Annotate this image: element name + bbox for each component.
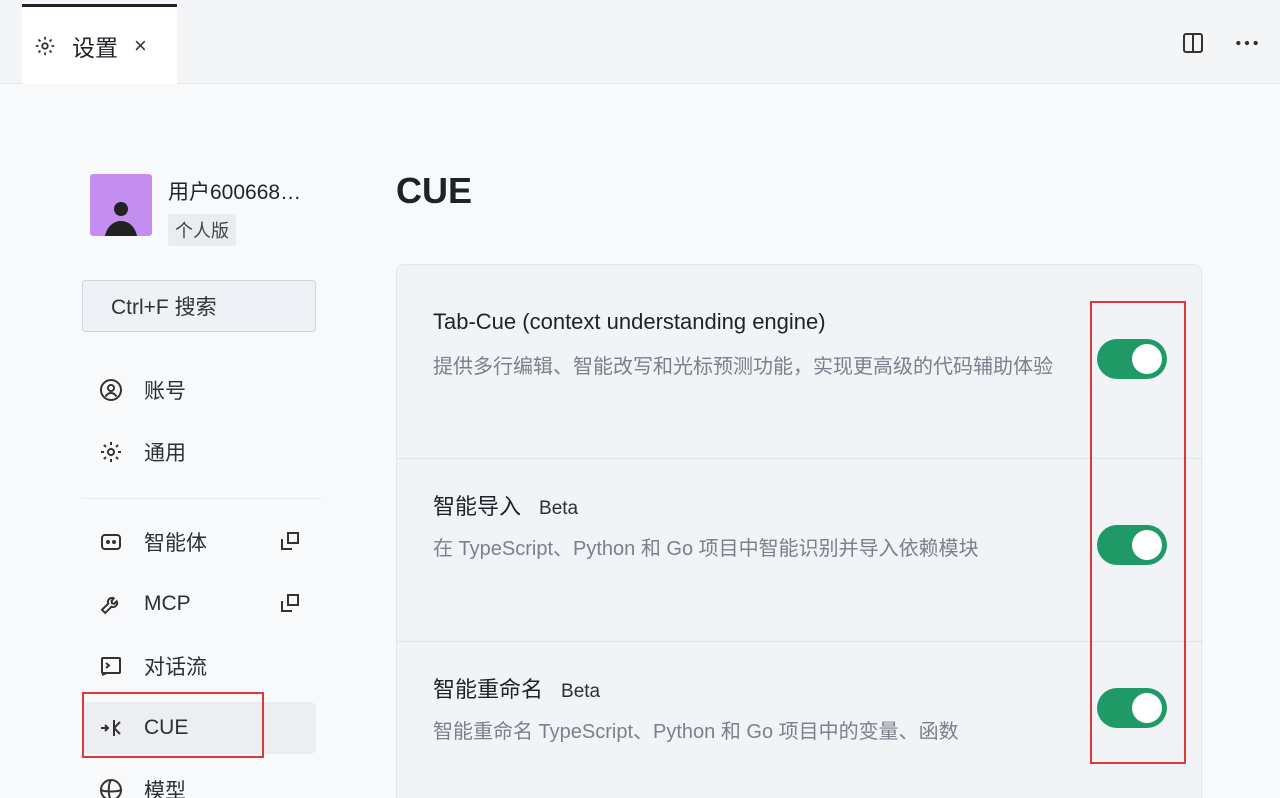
- sidebar-item-agent[interactable]: 智能体: [82, 516, 316, 568]
- setting-title: Tab-Cue (context understanding engine): [433, 309, 826, 335]
- setting-title: 智能导入 Beta: [433, 489, 578, 521]
- settings-card: Tab-Cue (context understanding engine) 提…: [396, 264, 1203, 798]
- terminal-icon: [98, 653, 124, 679]
- cue-icon: [98, 715, 124, 741]
- sidebar-item-label: CUE: [144, 716, 189, 739]
- sidebar-item-account[interactable]: 账号: [82, 364, 316, 416]
- tab-close-button[interactable]: ×: [134, 33, 147, 59]
- setting-description: 在 TypeScript、Python 和 Go 项目中智能识别并导入依赖模块: [433, 538, 979, 560]
- wrench-icon: [98, 591, 124, 617]
- setting-divider: [397, 641, 1203, 642]
- sidebar-item-model[interactable]: 模型: [82, 764, 316, 798]
- sidebar-divider: [82, 498, 322, 499]
- tab-settings[interactable]: 设置 ×: [22, 4, 177, 84]
- sidebar-item-label: 模型: [144, 780, 186, 798]
- setting-title: 智能重命名 Beta: [433, 672, 600, 704]
- sidebar-item-label: MCP: [144, 592, 191, 615]
- tab-cue-toggle[interactable]: [1097, 339, 1167, 379]
- beta-badge: Beta: [561, 681, 601, 702]
- sidebar-item-mcp[interactable]: MCP: [82, 578, 316, 630]
- smart-import-toggle[interactable]: [1097, 525, 1167, 565]
- smart-rename-toggle[interactable]: [1097, 688, 1167, 728]
- gear-icon: [34, 35, 56, 57]
- open-external-icon[interactable]: [278, 591, 304, 617]
- sidebar-item-label: 对话流: [144, 656, 207, 679]
- toggle-knob: [1132, 530, 1162, 560]
- toggle-knob: [1132, 344, 1162, 374]
- setting-title-text: 智能导入: [433, 494, 522, 519]
- sidebar-item-label: 智能体: [144, 532, 207, 555]
- avatar: [90, 174, 152, 236]
- split-editor-icon[interactable]: [1180, 30, 1206, 56]
- sidebar-item-label: 通用: [144, 442, 186, 465]
- sidebar-item-label: 账号: [144, 380, 186, 403]
- agent-icon: [98, 529, 124, 555]
- tab-title: 设置: [72, 34, 118, 61]
- page-title: CUE: [396, 170, 473, 211]
- search-button[interactable]: Ctrl+F 搜索: [82, 280, 316, 332]
- open-external-icon[interactable]: [278, 529, 304, 555]
- model-icon: [98, 777, 124, 798]
- plan-badge: 个人版: [168, 214, 236, 246]
- user-name: 用户600668…: [168, 181, 302, 204]
- sidebar-item-chat-flow[interactable]: 对话流: [82, 640, 316, 692]
- user-circle-icon: [98, 377, 124, 403]
- sidebar: 用户600668… 个人版 Ctrl+F 搜索 账号 通用 智能体 MCP 对话…: [82, 170, 322, 798]
- user-profile[interactable]: 用户600668… 个人版: [82, 170, 322, 246]
- setting-title-text: Tab-Cue (context understanding engine): [433, 309, 826, 334]
- setting-divider: [397, 458, 1203, 459]
- sidebar-item-general[interactable]: 通用: [82, 426, 316, 478]
- more-options-icon[interactable]: [1234, 30, 1260, 56]
- toggle-knob: [1132, 693, 1162, 723]
- gear-icon: [98, 439, 124, 465]
- tab-bar: 设置 ×: [0, 0, 1280, 84]
- setting-title-text: 智能重命名: [433, 677, 544, 702]
- setting-description: 智能重命名 TypeScript、Python 和 Go 项目中的变量、函数: [433, 721, 959, 743]
- beta-badge: Beta: [539, 498, 579, 519]
- sidebar-item-cue[interactable]: CUE: [82, 702, 316, 754]
- setting-description: 提供多行编辑、智能改写和光标预测功能，实现更高级的代码辅助体验: [433, 356, 1053, 378]
